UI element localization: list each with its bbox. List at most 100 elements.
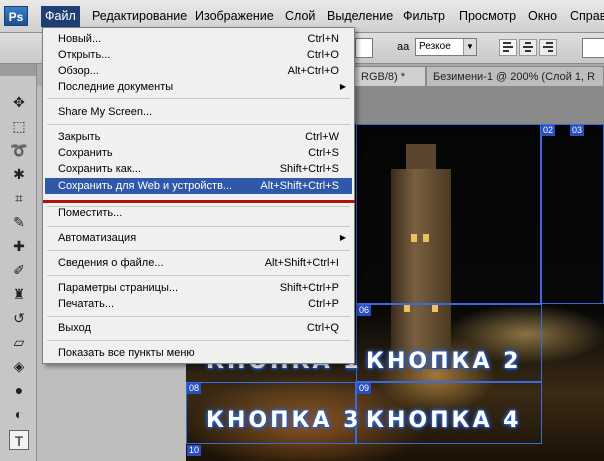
menu-item-shortcut: Alt+Ctrl+O (287, 65, 339, 77)
antialias-icon: aa (397, 41, 410, 53)
slice-label: 06 (357, 305, 372, 316)
chevron-down-icon: ▼ (463, 39, 476, 55)
menu-item-label: Показать все пункты меню (58, 347, 195, 359)
menu-item-label: Закрыть (58, 131, 101, 143)
menu-item-recent[interactable]: Последние документы ▶ (45, 79, 352, 95)
marquee-tool-icon[interactable]: ⬚ (9, 116, 29, 136)
crop-tool-icon[interactable]: ⌗ (9, 188, 29, 208)
slice-label: 10 (187, 445, 202, 456)
slice-region[interactable] (356, 124, 542, 304)
menu-separator (47, 98, 350, 99)
antialias-value: Резкое (419, 41, 451, 52)
submenu-arrow-icon: ▶ (339, 233, 346, 242)
menu-item-shortcut: Ctrl+N (307, 33, 339, 45)
menu-item-save-as[interactable]: Сохранить как... Shift+Ctrl+S (45, 161, 352, 177)
menu-separator (47, 226, 350, 227)
annotation-underline (43, 200, 355, 203)
canvas-button-text: КНОПКА 4 (366, 408, 522, 433)
menu-separator (47, 124, 350, 125)
menu-select[interactable]: Выделение (323, 8, 397, 25)
menu-item-print[interactable]: Печатать... Ctrl+P (45, 296, 352, 312)
menu-item-file-info[interactable]: Сведения о файле... Alt+Shift+Ctrl+I (45, 255, 352, 271)
menu-item-exit[interactable]: Выход Ctrl+Q (45, 320, 352, 336)
menu-item-label: Открыть... (58, 49, 111, 61)
menu-item-label: Сохранить для Web и устройств... (58, 180, 233, 192)
text-color-swatch[interactable] (582, 38, 604, 58)
slice-label: 08 (187, 383, 202, 394)
slice-label: 03 (570, 125, 585, 136)
menu-item-label: Новый... (58, 33, 102, 45)
menu-item-label: Выход (58, 322, 91, 334)
photoshop-logo: Ps (4, 6, 28, 26)
slice-region[interactable] (540, 124, 604, 304)
eyedropper-tool-icon[interactable]: ✎ (9, 212, 29, 232)
tab-document-2[interactable]: Безимени-1 @ 200% (Слой 1, R (426, 66, 604, 86)
menu-item-shortcut: Shift+Ctrl+S (279, 163, 339, 175)
clone-stamp-tool-icon[interactable]: ♜ (9, 284, 29, 304)
menu-item-shortcut: Ctrl+Q (306, 322, 339, 334)
menu-item-shortcut: Alt+Shift+Ctrl+I (264, 257, 339, 269)
menu-item-label: Параметры страницы... (58, 282, 179, 294)
antialias-select[interactable]: Резкое ▼ (415, 38, 477, 56)
canvas-button-text: КНОПКА 3 (206, 408, 362, 433)
menu-item-label: Сведения о файле... (58, 257, 164, 269)
menu-item-save[interactable]: Сохранить Ctrl+S (45, 145, 352, 161)
type-tool-icon[interactable]: T (9, 430, 29, 450)
menu-layer[interactable]: Слой (281, 8, 319, 25)
menu-separator (47, 275, 350, 276)
tab-document-1[interactable]: RGB/8) * (354, 66, 426, 86)
menu-file[interactable]: Файл (41, 6, 80, 27)
menu-edit[interactable]: Редактирование (88, 8, 191, 25)
healing-brush-tool-icon[interactable]: ✚ (9, 236, 29, 256)
history-brush-tool-icon[interactable]: ↺ (9, 308, 29, 328)
menu-item-label: Последние документы (58, 81, 174, 93)
menu-separator (47, 340, 350, 341)
menu-item-label: Share My Screen... (58, 106, 153, 118)
menu-filter[interactable]: Фильтр (399, 8, 449, 25)
menu-item-shortcut: Ctrl+S (308, 147, 339, 159)
magic-wand-tool-icon[interactable]: ✱ (9, 164, 29, 184)
file-menu-dropdown: Новый... Ctrl+N Открыть... Ctrl+O Обзор...… (42, 27, 355, 364)
dodge-tool-icon[interactable]: ◐ (9, 404, 29, 424)
slice-label: 02 (541, 125, 556, 136)
menu-help[interactable]: Справ (566, 8, 604, 25)
menu-item-label: Печатать... (58, 298, 114, 310)
move-tool-icon[interactable]: ✥ (9, 92, 29, 112)
menu-item-share-screen[interactable]: Share My Screen... (45, 104, 352, 120)
paint-bucket-tool-icon[interactable]: ◈ (9, 356, 29, 376)
menu-view[interactable]: Просмотр (455, 8, 520, 25)
slice-label: 09 (357, 383, 372, 394)
toolbox: ✥ ⬚ ➰ ✱ ⌗ ✎ ✚ ✐ ♜ ↺ ▱ ◈ ● ◐ ✒ T (0, 64, 37, 461)
menu-item-label: Сохранить (58, 147, 113, 159)
align-center-button[interactable] (519, 39, 537, 56)
lasso-tool-icon[interactable]: ➰ (9, 140, 29, 160)
brush-tool-icon[interactable]: ✐ (9, 260, 29, 280)
menu-item-label: Обзор... (58, 65, 99, 77)
menu-item-shortcut: Ctrl+P (308, 298, 339, 310)
align-right-button[interactable] (539, 39, 557, 56)
menu-item-close[interactable]: Закрыть Ctrl+W (45, 129, 352, 145)
menu-item-label: Сохранить как... (58, 163, 141, 175)
menu-item-show-all[interactable]: Показать все пункты меню (45, 345, 352, 361)
menu-item-place[interactable]: Поместить... (45, 205, 352, 221)
menu-separator (47, 250, 350, 251)
canvas-button-text: КНОПКА 2 (366, 349, 522, 374)
menu-item-label: Автоматизация (58, 232, 137, 244)
menu-item-shortcut: Ctrl+W (305, 131, 339, 143)
eraser-tool-icon[interactable]: ▱ (9, 332, 29, 352)
menu-item-page-setup[interactable]: Параметры страницы... Shift+Ctrl+P (45, 280, 352, 296)
menu-item-new[interactable]: Новый... Ctrl+N (45, 31, 352, 47)
toolbox-header (0, 64, 36, 76)
menu-item-open[interactable]: Открыть... Ctrl+O (45, 47, 352, 63)
menu-image[interactable]: Изображение (191, 8, 278, 25)
menu-window[interactable]: Окно (524, 8, 561, 25)
font-size-field[interactable] (355, 38, 373, 58)
blur-tool-icon[interactable]: ● (9, 380, 29, 400)
align-left-button[interactable] (499, 39, 517, 56)
menu-item-save-for-web[interactable]: Сохранить для Web и устройств... Alt+Shif… (45, 178, 352, 194)
menu-item-label: Поместить... (58, 207, 123, 219)
menu-item-automate[interactable]: Автоматизация ▶ (45, 230, 352, 246)
menu-separator (47, 316, 350, 317)
menu-item-shortcut: Ctrl+O (306, 49, 339, 61)
menu-item-browse[interactable]: Обзор... Alt+Ctrl+O (45, 63, 352, 79)
